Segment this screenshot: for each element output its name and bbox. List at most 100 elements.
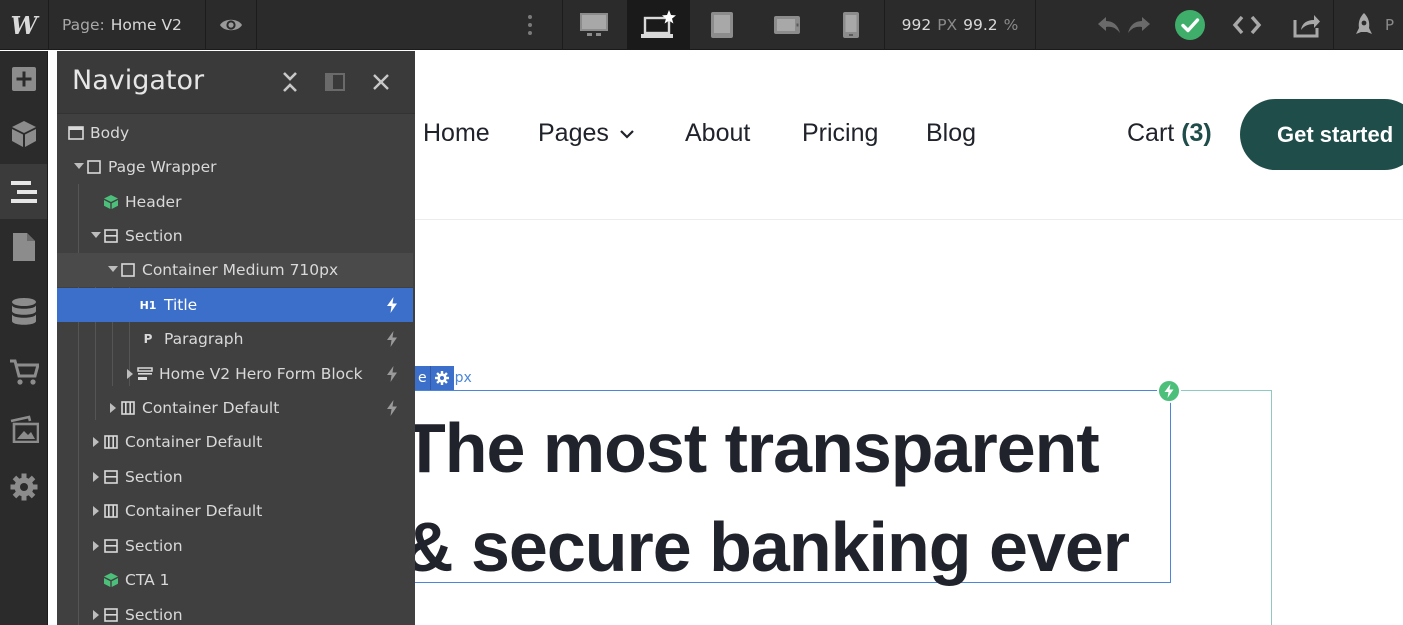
- body-icon: [68, 125, 84, 141]
- caret-right-icon[interactable]: [89, 608, 103, 622]
- add-icon: [11, 66, 36, 91]
- pages-panel-button[interactable]: [0, 219, 47, 274]
- site-nav-pages-dropdown[interactable]: Pages: [538, 119, 635, 148]
- paragraph-icon: P: [143, 332, 153, 346]
- tree-row-container-medium[interactable]: Container Medium 710px: [57, 253, 413, 287]
- tree-row-container-default[interactable]: Container Default: [57, 391, 413, 425]
- cart-label: Cart: [1127, 119, 1175, 147]
- more-options-button[interactable]: [505, 0, 555, 50]
- redo-icon[interactable]: [1126, 15, 1152, 35]
- tree-row-label: Section: [125, 537, 183, 555]
- tree-row-body[interactable]: Body: [57, 116, 413, 150]
- interaction-bolt-icon[interactable]: [384, 400, 400, 416]
- tree-row-section[interactable]: Section: [57, 529, 413, 563]
- navigator-panel: Navigator Body Page Wrapper Header Secti…: [57, 51, 415, 625]
- caret-down-icon[interactable]: [106, 263, 120, 277]
- collapse-all-button[interactable]: [276, 67, 304, 97]
- container-icon: [120, 400, 136, 416]
- publish-button[interactable]: P: [1343, 0, 1403, 50]
- caret-right-icon[interactable]: [89, 504, 103, 518]
- caret-down-icon[interactable]: [72, 160, 86, 174]
- site-status-button[interactable]: [1170, 0, 1210, 50]
- zoom-value: 99.2: [963, 16, 998, 34]
- settings-panel-button[interactable]: [0, 459, 47, 514]
- caret-right-icon[interactable]: [123, 367, 137, 381]
- navigator-panel-button[interactable]: [0, 164, 47, 219]
- interaction-bolt-icon[interactable]: [384, 366, 400, 382]
- site-nav-blog-link[interactable]: Blog: [926, 119, 976, 148]
- topbar-divider: [256, 0, 257, 50]
- caret-right-icon[interactable]: [89, 539, 103, 553]
- tree-row-cta[interactable]: CTA 1: [57, 563, 413, 597]
- share-button[interactable]: [1285, 0, 1329, 50]
- webflow-logo[interactable]: W: [0, 0, 48, 50]
- symbol-icon: [103, 572, 119, 588]
- undo-icon[interactable]: [1096, 15, 1122, 35]
- components-panel-button[interactable]: [0, 106, 47, 161]
- hero-title[interactable]: The most transparent & secure banking ev…: [415, 399, 1183, 597]
- caret-right-icon[interactable]: [89, 470, 103, 484]
- more-dots-icon: [528, 15, 532, 35]
- tree-row-section[interactable]: Section: [57, 219, 413, 253]
- topbar-divider: [1333, 0, 1334, 50]
- get-started-button[interactable]: Get started: [1240, 99, 1403, 170]
- navigator-icon: [10, 180, 37, 203]
- caret-right-icon[interactable]: [89, 435, 103, 449]
- selected-element-label: e px: [415, 366, 472, 390]
- tablet-landscape-icon: [774, 16, 800, 34]
- hero-title-line-1: The most transparent: [415, 409, 1100, 487]
- undo-redo-group: [1093, 0, 1155, 50]
- tree-row-container-default[interactable]: Container Default: [57, 494, 413, 528]
- breakpoint-base-button[interactable]: [627, 0, 690, 50]
- tree-row-page-wrapper[interactable]: Page Wrapper: [57, 150, 413, 184]
- interaction-bolt-icon[interactable]: [384, 331, 400, 347]
- tree-row-label: Paragraph: [164, 330, 244, 348]
- form-icon: [137, 366, 153, 382]
- phone-icon: [843, 12, 859, 38]
- tree-row-title[interactable]: H1 Title: [57, 288, 413, 322]
- selected-element-name[interactable]: e: [415, 366, 430, 390]
- tree-row-label: Section: [125, 468, 183, 486]
- container-icon: [103, 434, 119, 450]
- breakpoint-tablet-button[interactable]: [691, 0, 753, 50]
- tree-row-hero-form-block[interactable]: Home V2 Hero Form Block: [57, 357, 413, 391]
- element-settings-button[interactable]: [429, 366, 454, 390]
- interaction-bolt-icon[interactable]: [384, 297, 400, 313]
- site-nav-home-link[interactable]: Home: [423, 119, 490, 148]
- assets-panel-button[interactable]: [0, 401, 47, 456]
- cms-panel-button[interactable]: [0, 284, 47, 339]
- canvas-width-value: 992: [901, 16, 932, 34]
- add-panel-button[interactable]: [0, 51, 47, 106]
- tree-row-paragraph[interactable]: P Paragraph: [57, 322, 413, 356]
- caret-right-icon[interactable]: [106, 401, 120, 415]
- tree-row-header[interactable]: Header: [57, 185, 413, 219]
- page-selector[interactable]: Page: Home V2: [49, 0, 205, 50]
- breakpoint-mobile-portrait-button[interactable]: [820, 0, 882, 50]
- tree-row-container-default[interactable]: Container Default: [57, 425, 413, 459]
- lightning-icon: [1164, 384, 1174, 398]
- preview-button[interactable]: [206, 0, 256, 50]
- tree-row-section[interactable]: Section: [57, 460, 413, 494]
- cart-count: (3): [1181, 119, 1212, 147]
- design-canvas[interactable]: Home Pages About Pricing Blog Cart (3) G…: [415, 51, 1403, 625]
- chevron-down-icon: [620, 129, 634, 139]
- dock-panel-button[interactable]: [321, 67, 349, 97]
- section-icon: [103, 607, 119, 623]
- cart-button[interactable]: Cart (3): [1127, 119, 1212, 148]
- tree-row-section[interactable]: Section: [57, 598, 413, 625]
- div-icon: [86, 159, 102, 175]
- ecommerce-panel-button[interactable]: [0, 344, 47, 399]
- navigator-title: Navigator: [72, 65, 205, 96]
- site-nav-about-link[interactable]: About: [685, 119, 750, 148]
- designer-topbar: W Page: Home V2 992 PX 99.2 % P: [0, 0, 1403, 50]
- caret-down-icon[interactable]: [89, 229, 103, 243]
- breakpoint-mobile-landscape-button[interactable]: [756, 0, 818, 50]
- export-code-button[interactable]: [1227, 0, 1267, 50]
- close-panel-button[interactable]: [367, 67, 395, 97]
- tree-row-label: Container Default: [125, 433, 263, 451]
- zoom-unit: %: [1003, 16, 1019, 34]
- breakpoint-desktop-button[interactable]: [563, 0, 625, 50]
- preview-eye-icon: [220, 19, 242, 31]
- export-icon: [1293, 15, 1320, 38]
- site-nav-pricing-link[interactable]: Pricing: [802, 119, 878, 148]
